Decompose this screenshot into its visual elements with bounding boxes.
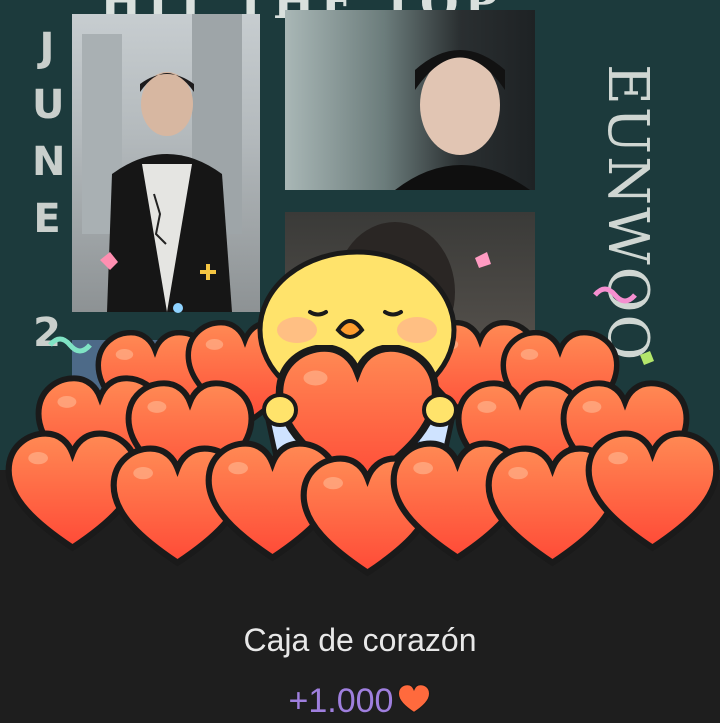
gift-name: Caja de corazón bbox=[243, 622, 477, 658]
heart-icon bbox=[397, 683, 431, 723]
gift-amount-value: +1.000 bbox=[288, 682, 394, 720]
gift-amount: +1.000 bbox=[0, 682, 720, 723]
heart-box-animation bbox=[0, 249, 720, 720]
